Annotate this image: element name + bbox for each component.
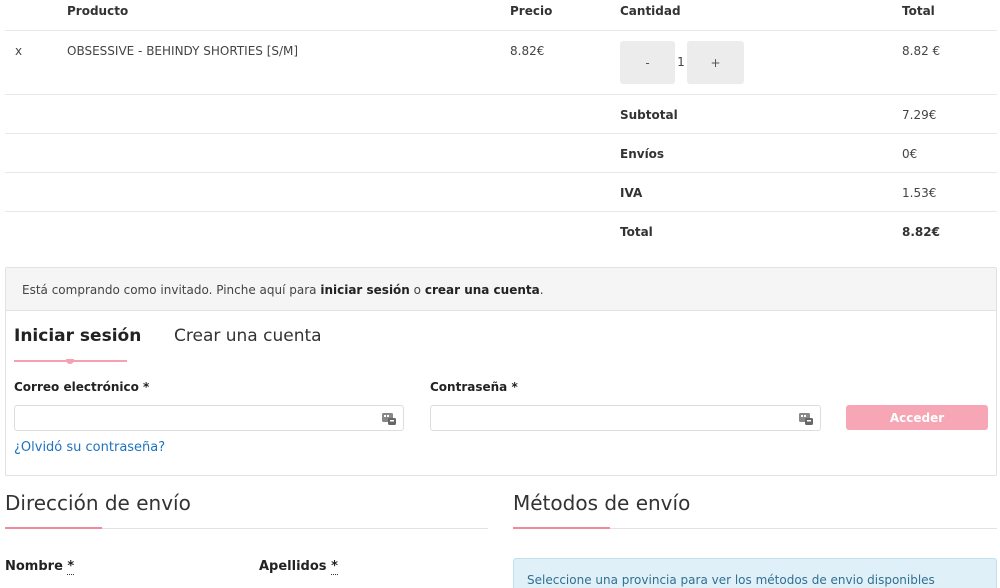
subtotal-value: 7.29€ <box>902 108 937 122</box>
last-name-label: Apellidos * <box>259 559 338 575</box>
tax-row: IVA 1.53€ <box>5 173 997 212</box>
header-price: Precio <box>510 4 553 18</box>
login-panel: Está comprando como invitado. Pinche aqu… <box>5 267 997 476</box>
required-mark: * <box>331 559 338 575</box>
first-name-label-text: Nombre <box>5 559 63 574</box>
tab-create-account[interactable]: Crear una cuenta <box>174 326 322 346</box>
cart-header-row: Producto Precio Cantidad Total <box>5 0 997 31</box>
shipping-label: Envíos <box>620 147 665 161</box>
quantity-increase-button[interactable]: + <box>687 41 744 84</box>
notice-text-pre: Está comprando como invitado. Pinche aqu… <box>22 283 321 297</box>
product-price: 8.82€ <box>510 44 545 58</box>
subtotal-label: Subtotal <box>620 108 678 122</box>
notice-create-link[interactable]: crear una cuenta <box>425 283 540 297</box>
shipping-methods-title: Métodos de envío <box>513 491 691 515</box>
shipping-methods-info: Seleccione una provincia para ver los mé… <box>513 558 997 588</box>
guest-notice: Está comprando como invitado. Pinche aqu… <box>6 268 996 311</box>
shipping-address-accent <box>5 527 102 529</box>
email-field[interactable] <box>14 405 404 431</box>
shipping-methods-accent <box>513 527 610 529</box>
grand-total-row: Total 8.82€ <box>5 212 997 251</box>
cart-item-row: x OBSESSIVE - BEHINDY SHORTIES [S/M] 8.8… <box>5 31 997 95</box>
required-mark: * <box>67 559 75 575</box>
grand-total-label: Total <box>620 225 653 239</box>
grand-total-value: 8.82€ <box>902 225 940 239</box>
last-name-label-text: Apellidos <box>259 559 327 574</box>
cart-table: Producto Precio Cantidad Total x OBSESSI… <box>5 0 997 251</box>
quantity-stepper: - 1 + <box>620 41 745 84</box>
active-tab-indicator <box>66 359 74 364</box>
shipping-row: Envíos 0€ <box>5 134 997 173</box>
product-name: OBSESSIVE - BEHINDY SHORTIES [S/M] <box>67 44 299 58</box>
header-product: Producto <box>67 4 129 18</box>
login-submit-button[interactable]: Acceder <box>846 405 988 430</box>
password-manager-icon[interactable] <box>382 411 396 425</box>
password-label: Contraseña * <box>430 380 518 394</box>
password-manager-icon[interactable] <box>799 411 813 425</box>
notice-text-post: . <box>539 283 544 297</box>
quantity-value[interactable]: 1 <box>675 55 687 69</box>
forgot-password-link[interactable]: ¿Olvidó su contraseña? <box>14 440 165 455</box>
tab-login[interactable]: Iniciar sesión <box>14 326 141 346</box>
subtotal-row: Subtotal 7.29€ <box>5 95 997 134</box>
first-name-label: Nombre * <box>5 559 75 575</box>
email-label: Correo electrónico * <box>14 380 150 394</box>
shipping-value: 0€ <box>902 147 918 161</box>
shipping-address-title: Dirección de envío <box>5 491 191 515</box>
item-total: 8.82 € <box>902 44 941 58</box>
header-quantity: Cantidad <box>620 4 681 18</box>
tax-label: IVA <box>620 186 643 200</box>
notice-login-link[interactable]: iniciar sesión <box>320 283 410 297</box>
notice-text-mid: o <box>409 283 425 297</box>
quantity-decrease-button[interactable]: - <box>620 41 675 84</box>
remove-item-button[interactable]: x <box>15 44 22 58</box>
password-field[interactable] <box>430 405 821 431</box>
header-total: Total <box>902 4 935 18</box>
tax-value: 1.53€ <box>902 186 937 200</box>
